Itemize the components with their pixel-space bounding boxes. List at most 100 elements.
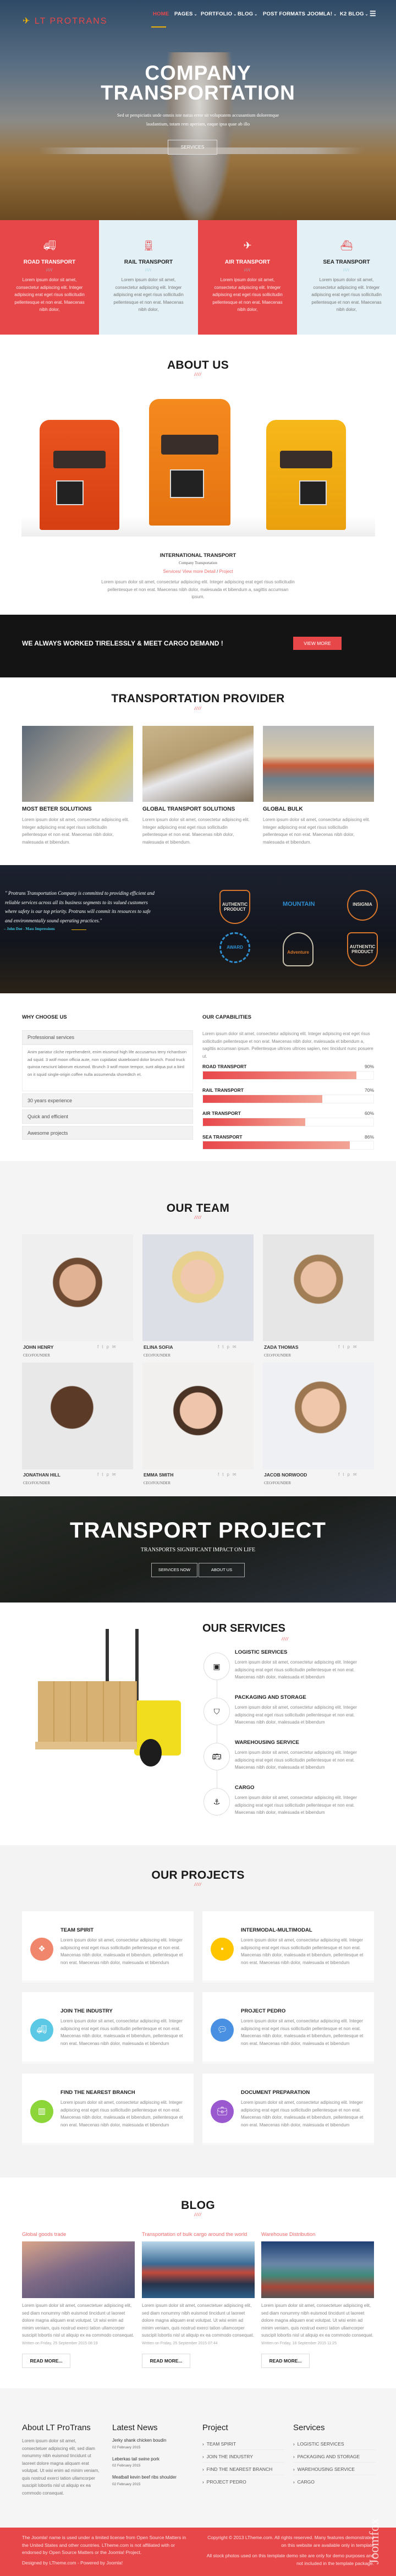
accordion-panel[interactable]: Awesome projects xyxy=(22,1126,193,1140)
about-title: INTERNATIONAL TRANSPORT xyxy=(160,553,237,559)
facebook-icon[interactable]: f xyxy=(218,1472,222,1477)
services-link[interactable]: Services/ xyxy=(163,569,181,574)
logo[interactable]: ✈ LT PROTRANS xyxy=(23,15,107,26)
about-us-button[interactable]: ABOUT US xyxy=(199,1563,245,1577)
project-card[interactable]: ▥ FIND THE NEAREST BRANCH Lorem ipsum do… xyxy=(22,2074,194,2145)
link-label: PROJECT PEDRO xyxy=(206,2479,246,2485)
facebook-icon[interactable]: f xyxy=(97,1344,102,1349)
project-card[interactable]: ❖ TEAM SPIRIT Lorem ipsum dolor sit amet… xyxy=(22,1911,194,1983)
read-more-button[interactable]: READ MORE... xyxy=(261,2354,310,2368)
social-icons[interactable]: ftp✉ xyxy=(338,1344,360,1349)
footer-project-link[interactable]: › FIND THE NEAREST BRANCH xyxy=(202,2466,285,2475)
about-links: Services/ View more Detail / Project xyxy=(0,569,396,574)
service-title: WAREHOUSING SERVICE xyxy=(235,1740,300,1746)
read-more-button[interactable]: READ MORE... xyxy=(142,2354,190,2368)
nav-label: K2 BLOG xyxy=(340,11,364,17)
project-title: TEAM SPIRIT xyxy=(61,1927,94,1933)
blog-post-title[interactable]: Warehouse Distribution xyxy=(261,2232,315,2238)
accordion-panel[interactable]: Quick and efficient xyxy=(22,1109,193,1124)
progress-bar-rail xyxy=(202,1095,374,1103)
nav-label: BLOG xyxy=(238,11,254,17)
facebook-icon[interactable]: f xyxy=(97,1472,102,1477)
footer-service-link[interactable]: › PACKAGING AND STORAGE xyxy=(293,2454,376,2463)
footer-service-link[interactable]: › WAREHOUSING SERVICE xyxy=(293,2466,376,2475)
project-card[interactable]: 💼︎ DOCUMENT PREPARATION Lorem ipsum dolo… xyxy=(202,2074,374,2145)
news-item-title[interactable]: Meatball kevin beef ribs shoulder xyxy=(112,2475,177,2480)
hero-services-button[interactable]: SERVICES xyxy=(168,140,217,155)
project-text: Lorem ipsum dolor sit amet, consectetur … xyxy=(61,2019,183,2046)
member-role: CEO/FOUNDER xyxy=(23,1353,51,1358)
social-icons[interactable]: ftp✉ xyxy=(97,1472,119,1477)
feature-title: SEA TRANSPORT xyxy=(323,259,370,265)
nav-portfolio[interactable]: PORTFOLIO ⌄ xyxy=(201,11,237,17)
nav-pages[interactable]: PAGES ⌄ xyxy=(174,11,197,17)
projects-section: OUR PROJECTS //// ❖ TEAM SPIRIT Lorem ip… xyxy=(0,1845,396,2178)
nav-joomla[interactable]: JOOMLA! ⌄ xyxy=(307,11,337,17)
facebook-icon[interactable]: f xyxy=(338,1472,343,1477)
pinterest-icon[interactable]: p xyxy=(347,1344,353,1349)
nav-k2-blog[interactable]: K2 BLOG ⌄ xyxy=(340,11,369,17)
footer-service-link[interactable]: › CARGO xyxy=(293,2479,376,2487)
blog-image-ship[interactable] xyxy=(142,2241,255,2298)
pinterest-icon[interactable]: p xyxy=(227,1344,232,1349)
nav-home[interactable]: HOME xyxy=(153,11,169,17)
footer-service-link[interactable]: › LOGISTIC SERVICES xyxy=(293,2441,376,2450)
news-item-title[interactable]: Jerky shank chicken boudin xyxy=(112,2438,166,2443)
email-icon[interactable]: ✉ xyxy=(112,1472,119,1477)
social-icons[interactable]: ftp✉ xyxy=(338,1472,360,1477)
email-icon[interactable]: ✉ xyxy=(233,1472,240,1477)
email-icon[interactable]: ✉ xyxy=(353,1472,360,1477)
view-more-detail-link[interactable]: View more Detail xyxy=(183,569,216,574)
feature-text: Lorem ipsum dolor sit amet, consectetur … xyxy=(113,277,184,312)
provider-title: MOST BETER SOLUTIONS xyxy=(22,806,92,812)
project-text: Lorem ipsum dolor sit amet, consectetur … xyxy=(241,2019,364,2046)
footer-project-link[interactable]: › JOIN THE INDUSTRY xyxy=(202,2454,285,2463)
project-card[interactable]: 💬︎ PROJECT PEDRO Lorem ipsum dolor sit a… xyxy=(202,1992,374,2064)
member-name: EMMA SMITH xyxy=(144,1472,174,1478)
nav-post-formats[interactable]: POST FORMATS ⌄ xyxy=(263,11,310,17)
news-item-title[interactable]: Leberkas tail swine pork xyxy=(112,2457,160,2462)
progress-fill xyxy=(203,1141,350,1149)
project-card[interactable]: 🚚︎ JOIN THE INDUSTRY Lorem ipsum dolor s… xyxy=(22,1992,194,2064)
chevron-down-icon: ⌄ xyxy=(254,13,258,17)
footer-project-link[interactable]: › PROJECT PEDRO xyxy=(202,2479,285,2487)
about-text: Lorem ipsum dolor sit amet, consectetur … xyxy=(101,579,295,599)
hero-section: ✈ LT PROTRANS HOME PAGES ⌄ PORTFOLIO ⌄ BLO… xyxy=(0,0,396,220)
social-icons[interactable]: ftp✉ xyxy=(218,1344,240,1349)
pinterest-icon[interactable]: p xyxy=(227,1472,232,1477)
view-more-button[interactable]: VIEW MORE xyxy=(293,637,342,650)
social-icons[interactable]: ftp✉ xyxy=(218,1472,240,1477)
project-link[interactable]: Project xyxy=(219,569,233,574)
blog-post-title[interactable]: Global goods trade xyxy=(22,2232,66,2238)
feature-divider: //// xyxy=(46,269,53,272)
progress-fill xyxy=(203,1118,305,1126)
blog-post-title[interactable]: Transportation of bulk cargo around the … xyxy=(142,2232,247,2238)
blog-image-port[interactable] xyxy=(261,2241,374,2298)
accordion-panel-open[interactable]: Professional services xyxy=(22,1030,193,1044)
pinterest-icon[interactable]: p xyxy=(106,1344,112,1349)
project-text: Lorem ipsum dolor sit amet, consectetur … xyxy=(241,2100,364,2127)
hamburger-menu-icon[interactable]: ☰ xyxy=(370,9,376,18)
pinterest-icon[interactable]: p xyxy=(347,1472,353,1477)
accordion-panel[interactable]: 30 years experience xyxy=(22,1093,193,1107)
social-icons[interactable]: ftp✉ xyxy=(97,1344,119,1349)
facebook-icon[interactable]: f xyxy=(218,1344,222,1349)
chevron-right-icon: › xyxy=(202,2480,204,2485)
provider-title: GLOBAL BULK xyxy=(263,806,303,812)
read-more-button[interactable]: READ MORE... xyxy=(22,2354,70,2368)
services-divider: //// xyxy=(282,1637,289,1642)
footer-project-link[interactable]: › TEAM SPIRIT xyxy=(202,2441,285,2450)
feature-divider: //// xyxy=(145,269,152,272)
project-card[interactable]: ▪ INTERMODAL-MULTIMODAL Lorem ipsum dolo… xyxy=(202,1911,374,1983)
link-label: WAREHOUSING SERVICE xyxy=(297,2466,355,2472)
project-text: Lorem ipsum dolor sit amet, consectetur … xyxy=(61,1938,183,1965)
facebook-icon[interactable]: f xyxy=(338,1344,343,1349)
pinterest-icon[interactable]: p xyxy=(106,1472,112,1477)
services-now-button[interactable]: SERVICES NOW xyxy=(151,1563,197,1577)
email-icon[interactable]: ✉ xyxy=(353,1344,360,1349)
email-icon[interactable]: ✉ xyxy=(112,1344,119,1349)
nav-blog[interactable]: BLOG ⌄ xyxy=(238,11,257,17)
email-icon[interactable]: ✉ xyxy=(233,1344,240,1349)
blog-image-plane[interactable] xyxy=(22,2241,135,2298)
blog-date: Written on Friday, 25 September 2015 07:… xyxy=(142,2342,218,2345)
